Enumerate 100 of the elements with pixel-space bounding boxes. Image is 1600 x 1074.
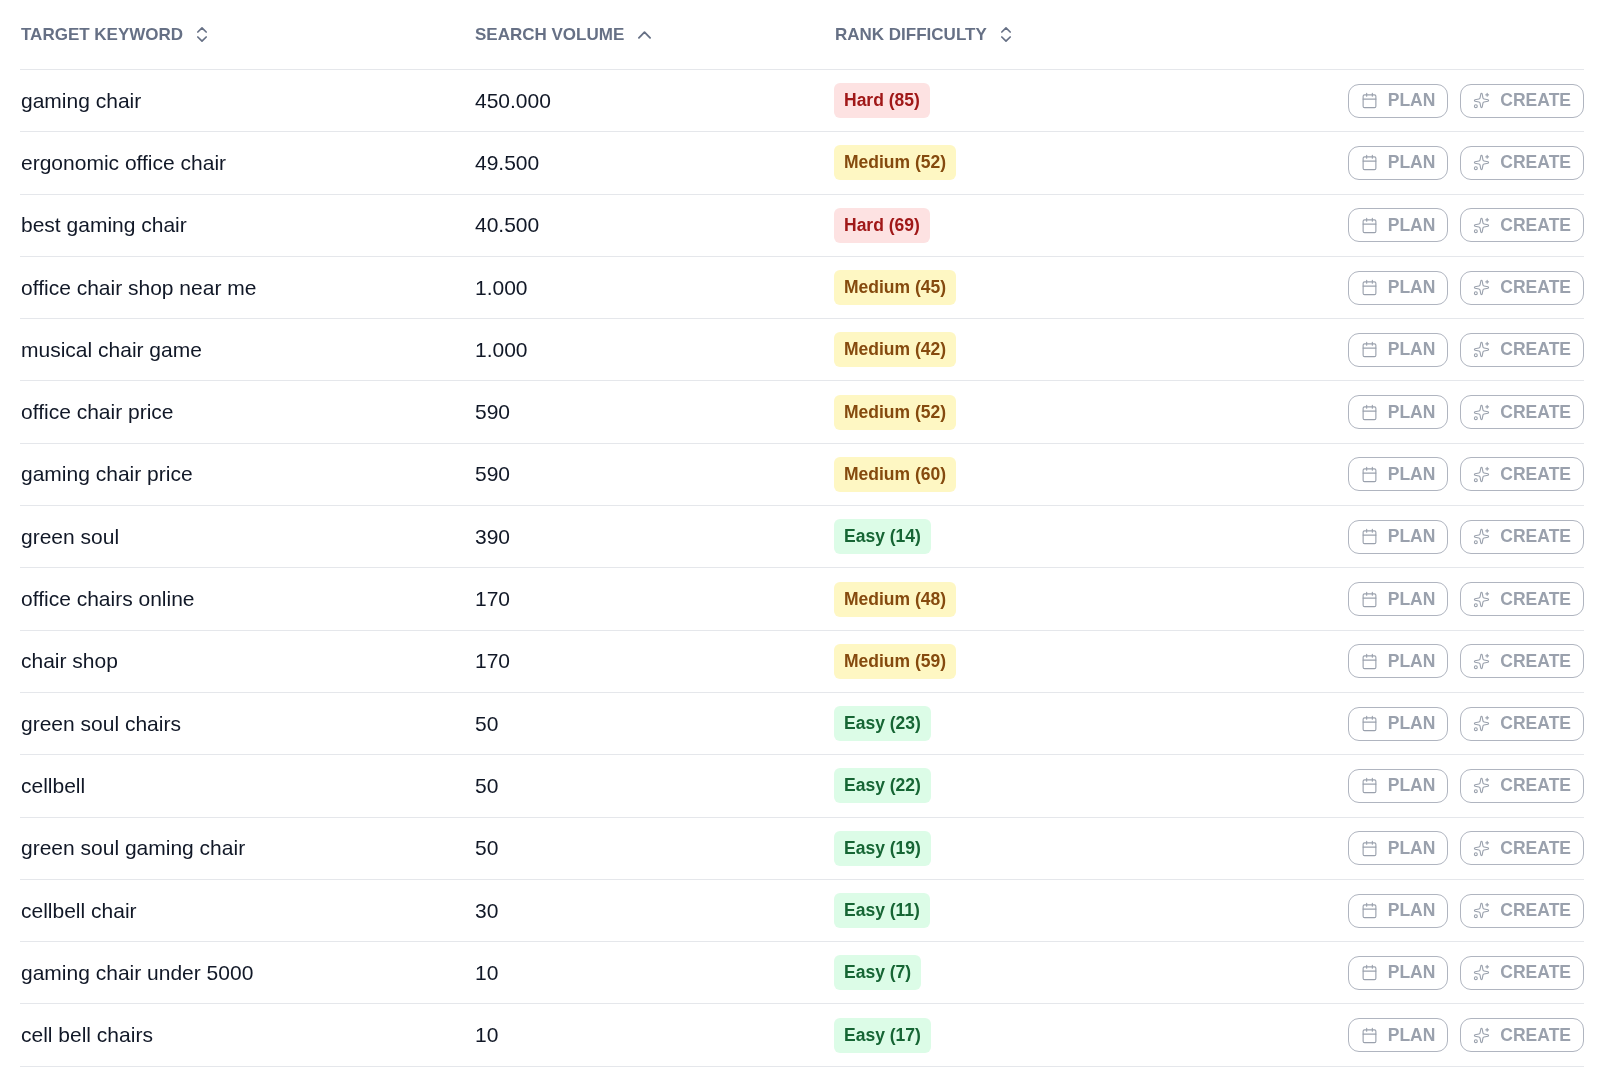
plan-button[interactable]: PLAN — [1347, 332, 1449, 367]
plan-button[interactable]: PLAN — [1347, 83, 1449, 118]
plan-button[interactable]: PLAN — [1347, 519, 1449, 554]
sparkles-icon — [1473, 839, 1491, 857]
plan-button[interactable]: PLAN — [1347, 706, 1449, 741]
sparkles-icon — [1473, 652, 1491, 670]
keyword-cell: green soul chairs — [20, 711, 181, 736]
plan-button[interactable]: PLAN — [1347, 208, 1449, 243]
difficulty-badge: Medium (59) — [834, 643, 957, 679]
difficulty-badge: Medium (45) — [834, 270, 957, 306]
plan-button[interactable]: PLAN — [1347, 893, 1449, 928]
column-header[interactable]: SEARCH VOLUME — [474, 24, 652, 45]
difficulty-badge: Medium (48) — [834, 581, 957, 617]
difficulty-badge: Medium (52) — [834, 394, 957, 430]
sparkles-icon — [1473, 590, 1491, 608]
keyword-cell: cellbell — [20, 773, 86, 798]
calendar-icon — [1360, 902, 1378, 919]
keyword-cell: office chairs online — [20, 587, 195, 611]
create-button[interactable]: CREATE — [1460, 519, 1584, 554]
difficulty-badge: Easy (17) — [834, 1017, 931, 1053]
keyword-cell: gaming chair price — [20, 462, 193, 487]
calendar-icon — [1360, 528, 1378, 546]
plan-button[interactable]: PLAN — [1347, 457, 1449, 492]
plan-button[interactable]: PLAN — [1347, 644, 1449, 679]
create-button[interactable]: CREATE — [1460, 457, 1584, 492]
difficulty-badge: Easy (11) — [834, 893, 930, 928]
create-button[interactable]: CREATE — [1460, 768, 1584, 803]
volume-cell: 49.500 — [474, 150, 540, 175]
plan-button[interactable]: PLAN — [1347, 831, 1449, 866]
keyword-cell: gaming chair — [20, 88, 142, 113]
volume-cell: 1.000 — [474, 337, 528, 362]
plan-button[interactable]: PLAN — [1347, 768, 1449, 803]
plan-button[interactable]: PLAN — [1347, 955, 1449, 990]
create-button[interactable]: CREATE — [1460, 893, 1584, 928]
volume-cell: 590 — [474, 462, 511, 487]
create-button[interactable]: CREATE — [1460, 208, 1584, 243]
calendar-icon — [1360, 715, 1378, 733]
sparkles-icon — [1473, 715, 1491, 733]
sparkles-icon — [1473, 154, 1491, 172]
keyword-cell: musical chair game — [20, 337, 202, 362]
create-button[interactable]: CREATE — [1460, 644, 1584, 679]
calendar-icon — [1360, 92, 1378, 110]
calendar-icon — [1360, 154, 1378, 172]
create-button[interactable]: CREATE — [1460, 395, 1584, 430]
column-header[interactable]: TARGET KEYWORD — [20, 24, 208, 45]
calendar-icon — [1360, 590, 1378, 608]
create-button[interactable]: CREATE — [1460, 706, 1584, 741]
difficulty-badge: Hard (69) — [834, 207, 930, 243]
sparkles-icon — [1473, 964, 1491, 982]
keyword-cell: ergonomic office chair — [20, 150, 227, 175]
volume-cell: 170 — [474, 587, 511, 611]
volume-cell: 390 — [474, 524, 511, 549]
difficulty-badge: Hard (85) — [834, 83, 930, 119]
plan-button[interactable]: PLAN — [1347, 1018, 1449, 1053]
volume-cell: 1.000 — [474, 275, 528, 300]
create-button[interactable]: CREATE — [1460, 145, 1584, 180]
difficulty-badge: Medium (60) — [834, 456, 957, 492]
sparkles-icon — [1473, 465, 1491, 483]
create-button[interactable]: CREATE — [1460, 582, 1584, 616]
keyword-cell: best gaming chair — [20, 213, 187, 238]
create-button[interactable]: CREATE — [1460, 270, 1584, 305]
calendar-icon — [1360, 652, 1378, 670]
sparkles-icon — [1473, 1026, 1491, 1044]
difficulty-badge: Easy (14) — [834, 519, 931, 555]
difficulty-badge: Easy (23) — [834, 706, 931, 742]
column-header[interactable]: RANK DIFFICULTY — [834, 24, 1011, 45]
sparkles-icon — [1473, 528, 1491, 546]
calendar-icon — [1360, 777, 1378, 795]
volume-cell: 40.500 — [474, 213, 540, 238]
keyword-cell: gaming chair under 5000 — [20, 960, 254, 985]
create-button[interactable]: CREATE — [1460, 1018, 1584, 1053]
keyword-cell: chair shop — [20, 649, 118, 674]
plan-button[interactable]: PLAN — [1347, 395, 1449, 430]
volume-cell: 50 — [474, 711, 499, 736]
difficulty-badge: Medium (52) — [834, 145, 957, 181]
keyword-cell: office chair price — [20, 400, 174, 425]
sparkles-icon — [1473, 902, 1491, 919]
calendar-icon — [1360, 341, 1378, 359]
create-button[interactable]: CREATE — [1460, 955, 1584, 990]
plan-button[interactable]: PLAN — [1347, 145, 1449, 180]
sparkles-icon — [1473, 777, 1491, 795]
create-button[interactable]: CREATE — [1460, 83, 1584, 118]
plan-button[interactable]: PLAN — [1347, 582, 1449, 616]
calendar-icon — [1360, 839, 1378, 857]
plan-button[interactable]: PLAN — [1347, 270, 1449, 305]
volume-cell: 50 — [474, 836, 499, 861]
calendar-icon — [1360, 403, 1378, 421]
difficulty-badge: Easy (22) — [834, 768, 931, 804]
sparkles-icon — [1473, 279, 1491, 297]
sparkles-icon — [1473, 216, 1491, 234]
sparkles-icon — [1473, 341, 1491, 359]
volume-cell: 10 — [474, 960, 499, 985]
sparkles-icon — [1473, 92, 1491, 110]
create-button[interactable]: CREATE — [1460, 831, 1584, 866]
keyword-cell: cellbell chair — [20, 898, 137, 923]
create-button[interactable]: CREATE — [1460, 332, 1584, 367]
volume-cell: 590 — [474, 400, 511, 425]
difficulty-badge: Easy (7) — [834, 955, 922, 991]
calendar-icon — [1360, 964, 1378, 982]
keyword-cell: office chair shop near me — [20, 275, 257, 300]
